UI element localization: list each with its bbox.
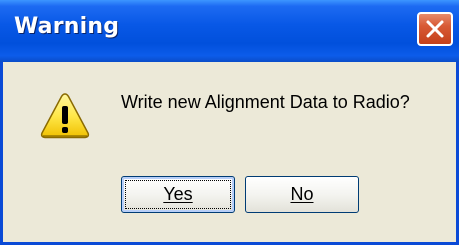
yes-button-focus: Yes (125, 180, 231, 209)
dialog-message: Write new Alignment Data to Radio? (121, 92, 410, 112)
close-button[interactable] (417, 12, 453, 46)
window-title: Warning (14, 14, 120, 39)
no-button[interactable]: No (245, 176, 359, 213)
title-bar[interactable]: Warning (0, 0, 459, 62)
yes-button-label: Yes (163, 184, 193, 204)
no-button-label: No (290, 184, 314, 204)
warning-dialog: Warning Write new Alignment Data to Radi… (0, 0, 459, 245)
warning-icon (40, 93, 90, 139)
no-button-face: No (249, 180, 355, 209)
yes-button[interactable]: Yes (121, 176, 235, 213)
close-icon (426, 20, 444, 38)
